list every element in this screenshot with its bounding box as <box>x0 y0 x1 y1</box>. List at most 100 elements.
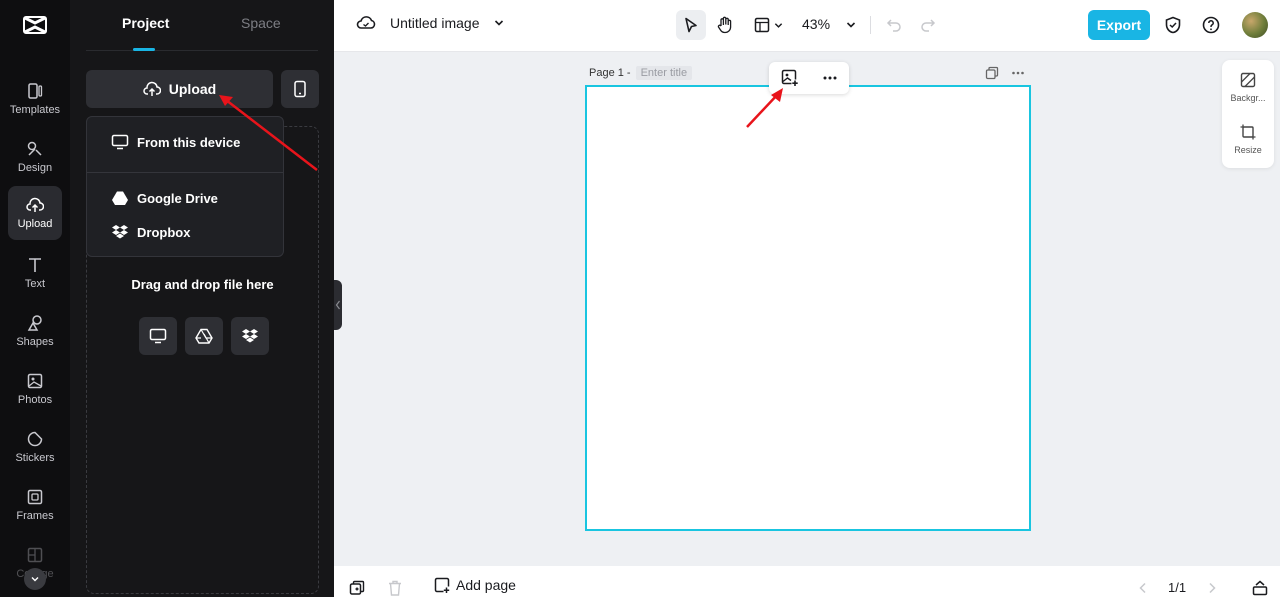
source-dropbox-button[interactable] <box>231 317 269 355</box>
rail-item-label: Frames <box>16 510 54 522</box>
upload-panel: Project Space Upload Drag and drop file … <box>70 0 334 597</box>
rail-item-label: Text <box>24 278 46 290</box>
redo-icon <box>921 19 936 32</box>
more-options-icon[interactable] <box>1011 66 1025 80</box>
upload-button[interactable]: Upload <box>86 70 273 108</box>
add-page-icon <box>434 577 450 593</box>
monitor-icon <box>111 134 129 150</box>
background-button[interactable]: Backgr... <box>1222 72 1274 103</box>
rail-item-stickers[interactable]: Stickers <box>8 420 62 474</box>
rail-item-design[interactable]: Design <box>8 130 62 184</box>
undo-icon <box>886 19 901 32</box>
rail-item-label: Shapes <box>16 336 54 348</box>
chevron-left-icon[interactable] <box>1138 582 1148 594</box>
chevron-right-icon[interactable] <box>1207 582 1217 594</box>
dropbox-icon <box>112 225 128 239</box>
menu-item-label: Dropbox <box>137 224 191 240</box>
rail-item-frames[interactable]: Frames <box>8 478 62 532</box>
chevron-down-icon[interactable] <box>494 18 504 28</box>
templates-icon <box>28 83 43 99</box>
hand-tool-button[interactable] <box>714 10 736 40</box>
resize-label: Resize <box>1234 145 1262 155</box>
bottom-bar: Add page 1/1 <box>334 566 1280 597</box>
chevron-left-icon <box>335 300 340 310</box>
layout-icon <box>754 17 769 33</box>
cloud-upload-icon <box>143 81 161 96</box>
trash-icon[interactable] <box>388 580 402 596</box>
more-options-icon[interactable] <box>822 70 838 86</box>
upload-from-phone-button[interactable] <box>281 70 319 108</box>
text-icon <box>29 258 41 272</box>
design-icon <box>27 141 42 156</box>
dropbox-icon <box>242 329 258 343</box>
google-drive-icon <box>112 191 128 205</box>
source-google-drive-button[interactable] <box>185 317 223 355</box>
menu-item-label: Google Drive <box>137 190 218 206</box>
undo-button[interactable] <box>884 10 904 40</box>
chevron-down-icon <box>774 22 782 28</box>
document-title[interactable]: Untitled image <box>390 15 480 31</box>
page-count: 1/1 <box>1168 580 1187 595</box>
photos-icon <box>27 373 43 389</box>
panel-collapse-handle[interactable] <box>334 280 342 330</box>
duplicate-icon[interactable] <box>349 580 365 596</box>
menu-divider <box>87 172 283 173</box>
tab-project[interactable]: Project <box>122 15 169 31</box>
rail-item-photos[interactable]: Photos <box>8 362 62 416</box>
export-button[interactable]: Export <box>1088 10 1150 40</box>
rail-item-templates[interactable]: Templates <box>8 72 62 126</box>
source-device-button[interactable] <box>139 317 177 355</box>
upload-button-label: Upload <box>168 81 217 97</box>
layout-tool-button[interactable] <box>751 10 785 40</box>
hand-icon <box>717 16 732 34</box>
rail-item-shapes[interactable]: Shapes <box>8 304 62 358</box>
canvas-page[interactable] <box>585 85 1031 531</box>
select-tool-button[interactable] <box>676 10 706 40</box>
document-title-area[interactable]: Untitled image <box>356 15 504 31</box>
chevron-down-icon <box>846 22 856 28</box>
shield-check-icon <box>1165 16 1181 34</box>
resize-button[interactable]: Resize <box>1222 124 1274 155</box>
cloud-icon <box>356 16 376 29</box>
panel-tabs: Project Space <box>86 0 318 51</box>
google-drive-icon <box>195 328 213 344</box>
zoom-level[interactable]: 43% <box>802 16 830 32</box>
help-button[interactable] <box>1202 10 1220 40</box>
menu-item-from-device[interactable]: From this device <box>111 134 240 150</box>
add-image-icon[interactable] <box>781 69 799 87</box>
background-icon <box>1240 72 1256 88</box>
menu-item-dropbox[interactable]: Dropbox <box>111 224 190 240</box>
page-number-label: Page 1 - <box>589 67 631 79</box>
add-page-label: Add page <box>456 577 516 593</box>
page-tools <box>985 66 1025 80</box>
rail-item-label: Templates <box>9 104 61 116</box>
capcut-logo-icon[interactable] <box>22 12 48 38</box>
active-tab-indicator <box>133 48 155 51</box>
collage-icon <box>27 547 43 563</box>
cloud-upload-icon <box>26 197 44 212</box>
pages-panel-icon[interactable] <box>1252 580 1268 596</box>
stickers-icon <box>27 431 43 447</box>
right-property-panel: Backgr... Resize <box>1222 60 1274 168</box>
drop-zone-text: Drag and drop file here <box>131 277 274 292</box>
menu-item-google-drive[interactable]: Google Drive <box>111 190 218 206</box>
security-button[interactable] <box>1164 10 1182 40</box>
redo-button[interactable] <box>918 10 938 40</box>
rail-item-upload[interactable]: Upload <box>8 186 62 240</box>
tab-space[interactable]: Space <box>241 15 281 31</box>
monitor-icon <box>149 328 167 344</box>
rail-expand-button[interactable] <box>24 568 46 590</box>
page-title-input[interactable]: Enter title <box>635 66 693 80</box>
shapes-icon <box>27 315 42 331</box>
rail-item-text[interactable]: Text <box>8 246 62 300</box>
zoom-dropdown-button[interactable] <box>844 10 858 40</box>
upload-source-menu: From this device Google Drive Dropbox <box>86 116 284 257</box>
add-page-button[interactable]: Add page <box>434 577 516 593</box>
duplicate-page-icon[interactable] <box>985 66 999 80</box>
phone-icon <box>294 80 306 98</box>
menu-item-label: From this device <box>137 134 241 150</box>
avatar[interactable] <box>1242 12 1268 38</box>
help-icon <box>1202 16 1220 34</box>
pointer-icon <box>685 17 697 33</box>
chevron-down-icon <box>31 577 39 582</box>
